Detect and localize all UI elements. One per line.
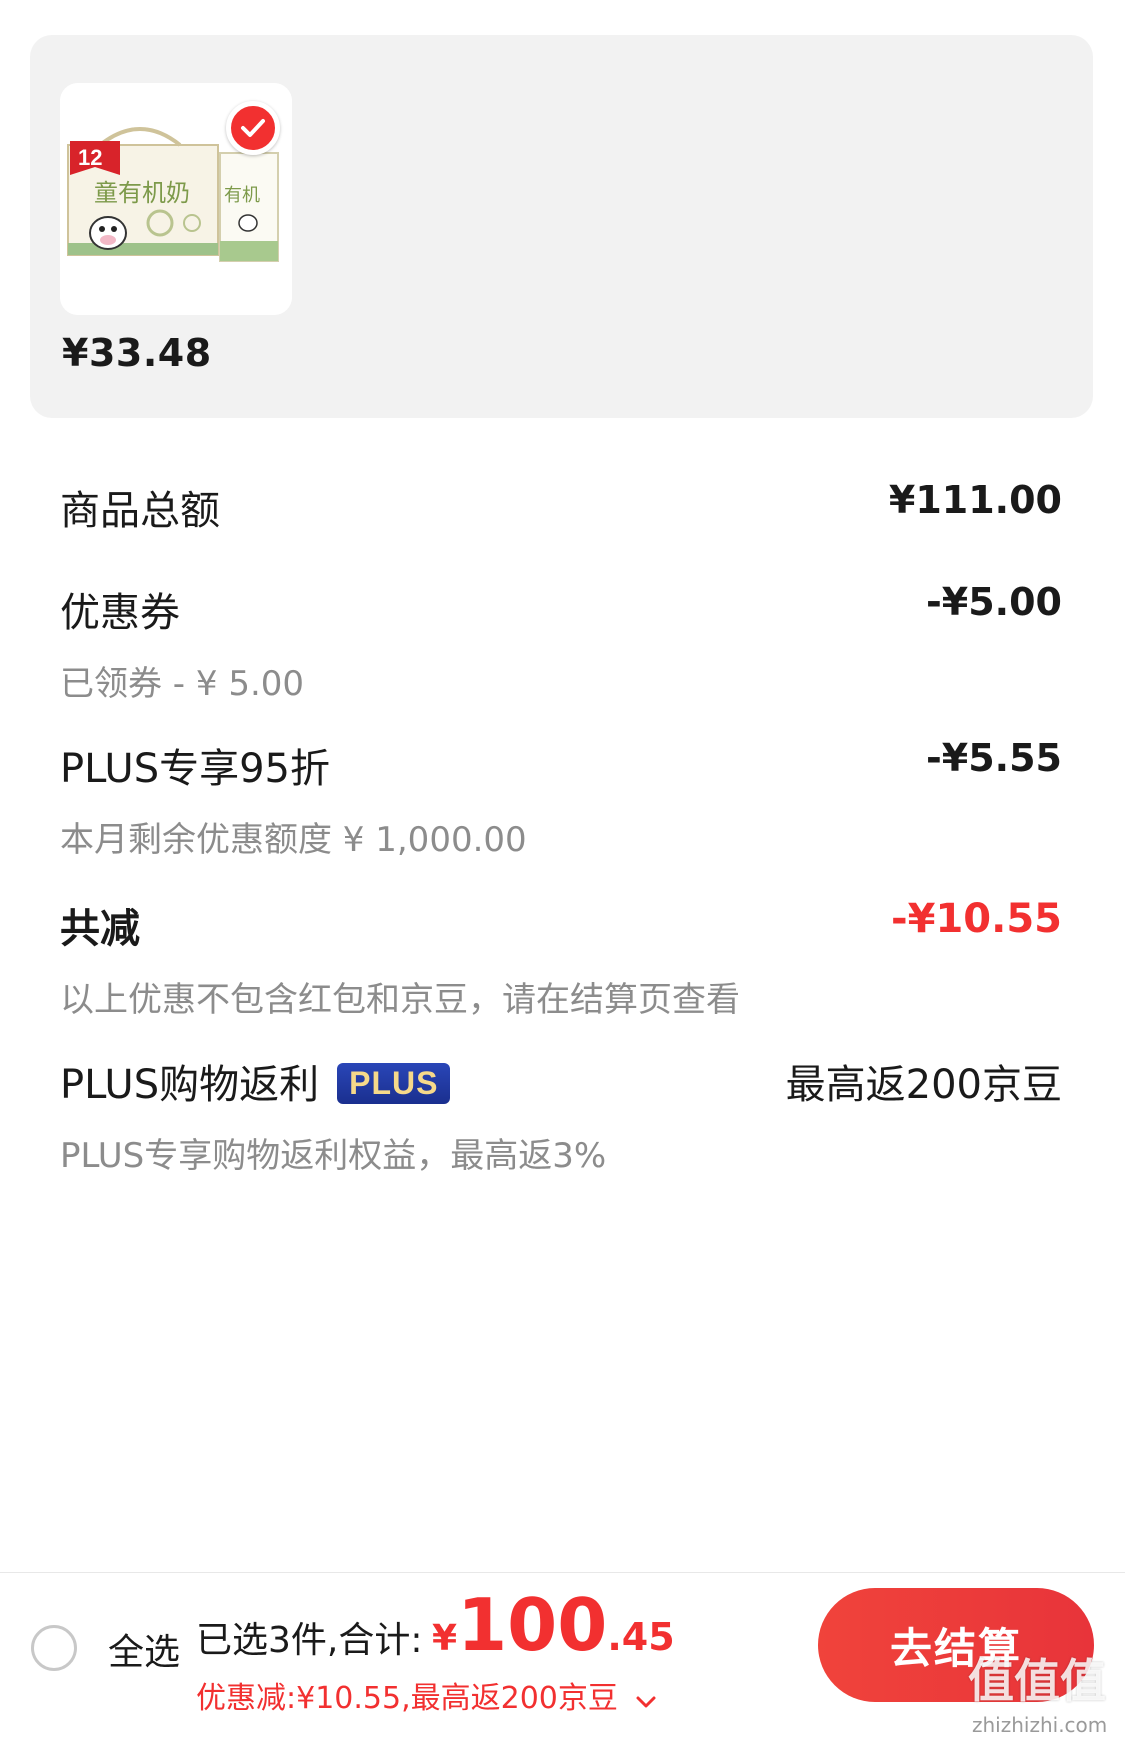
checkout-bar: 全选 已选3件,合计: ¥100.45 优惠减:¥10.55,最高返200京豆 …	[0, 1572, 1125, 1743]
coupon-row: 优惠券 已领券 - ¥ 5.00 -¥5.00	[60, 580, 1062, 705]
coupon-sub: 已领券 - ¥ 5.00	[60, 664, 305, 704]
plus-rebate-sub: PLUS专享购物返利权益，最高返3%	[60, 1136, 607, 1176]
product-image-text: 童有机奶	[94, 179, 190, 207]
coupon-amount: -¥5.00	[926, 580, 1062, 624]
product-badge-count: 12	[78, 145, 103, 170]
discount-detail-text: 优惠减:¥10.55,最高返200京豆	[196, 1681, 618, 1716]
total-reduce-row: 共减 以上优惠不包含红包和京豆，请在结算页查看 -¥10.55	[60, 896, 1062, 1021]
product-card: 有机 12 童有机奶 ¥33.48	[30, 35, 1093, 418]
total-price: ¥100.45	[432, 1583, 675, 1667]
total-dec: .45	[607, 1615, 675, 1659]
plus-discount-amount: -¥5.55	[926, 736, 1062, 780]
watermark-logo: 值值值	[968, 1654, 1106, 1708]
plus-rebate-amount: 最高返200京豆	[785, 1062, 1062, 1108]
plus-discount-row: PLUS专享95折 本月剩余优惠额度 ¥ 1,000.00 -¥5.55	[60, 736, 1062, 861]
selected-check-icon[interactable]	[226, 101, 280, 155]
total-reduce-sub: 以上优惠不包含红包和京豆，请在结算页查看	[60, 980, 740, 1020]
select-all-label[interactable]: 全选	[108, 1623, 180, 1675]
goods-total-row: 商品总额 ¥111.00	[60, 478, 1062, 536]
plus-discount-sub: 本月剩余优惠额度 ¥ 1,000.00	[60, 820, 527, 860]
watermark-url: zhizhizhi.com	[972, 1713, 1108, 1737]
goods-total-amount: ¥111.00	[888, 478, 1062, 522]
svg-text:有机: 有机	[224, 185, 260, 206]
total-int: 100	[457, 1583, 608, 1667]
select-all-radio[interactable]	[31, 1625, 77, 1671]
plus-badge: PLUS	[337, 1062, 451, 1104]
product-price: ¥33.48	[62, 331, 212, 375]
cart-page: 有机 12 童有机奶 ¥33.48 商品总额 ¥111.00 优惠券 已领券 -…	[0, 0, 1125, 1743]
coupon-label: 优惠券	[60, 590, 180, 636]
total-reduce-amount: -¥10.55	[891, 896, 1062, 942]
plus-rebate-row: PLUS购物返利 PLUS PLUS专享购物返利权益，最高返3% 最高返200京豆	[60, 1052, 1062, 1177]
plus-rebate-label: PLUS购物返利	[60, 1062, 320, 1108]
chevron-down-icon	[635, 1682, 657, 1717]
plus-discount-label: PLUS专享95折	[60, 746, 330, 792]
discount-detail-toggle[interactable]: 优惠减:¥10.55,最高返200京豆	[196, 1673, 657, 1717]
selected-count: 已选3件,合计:	[196, 1620, 423, 1661]
total-currency: ¥	[432, 1618, 458, 1659]
